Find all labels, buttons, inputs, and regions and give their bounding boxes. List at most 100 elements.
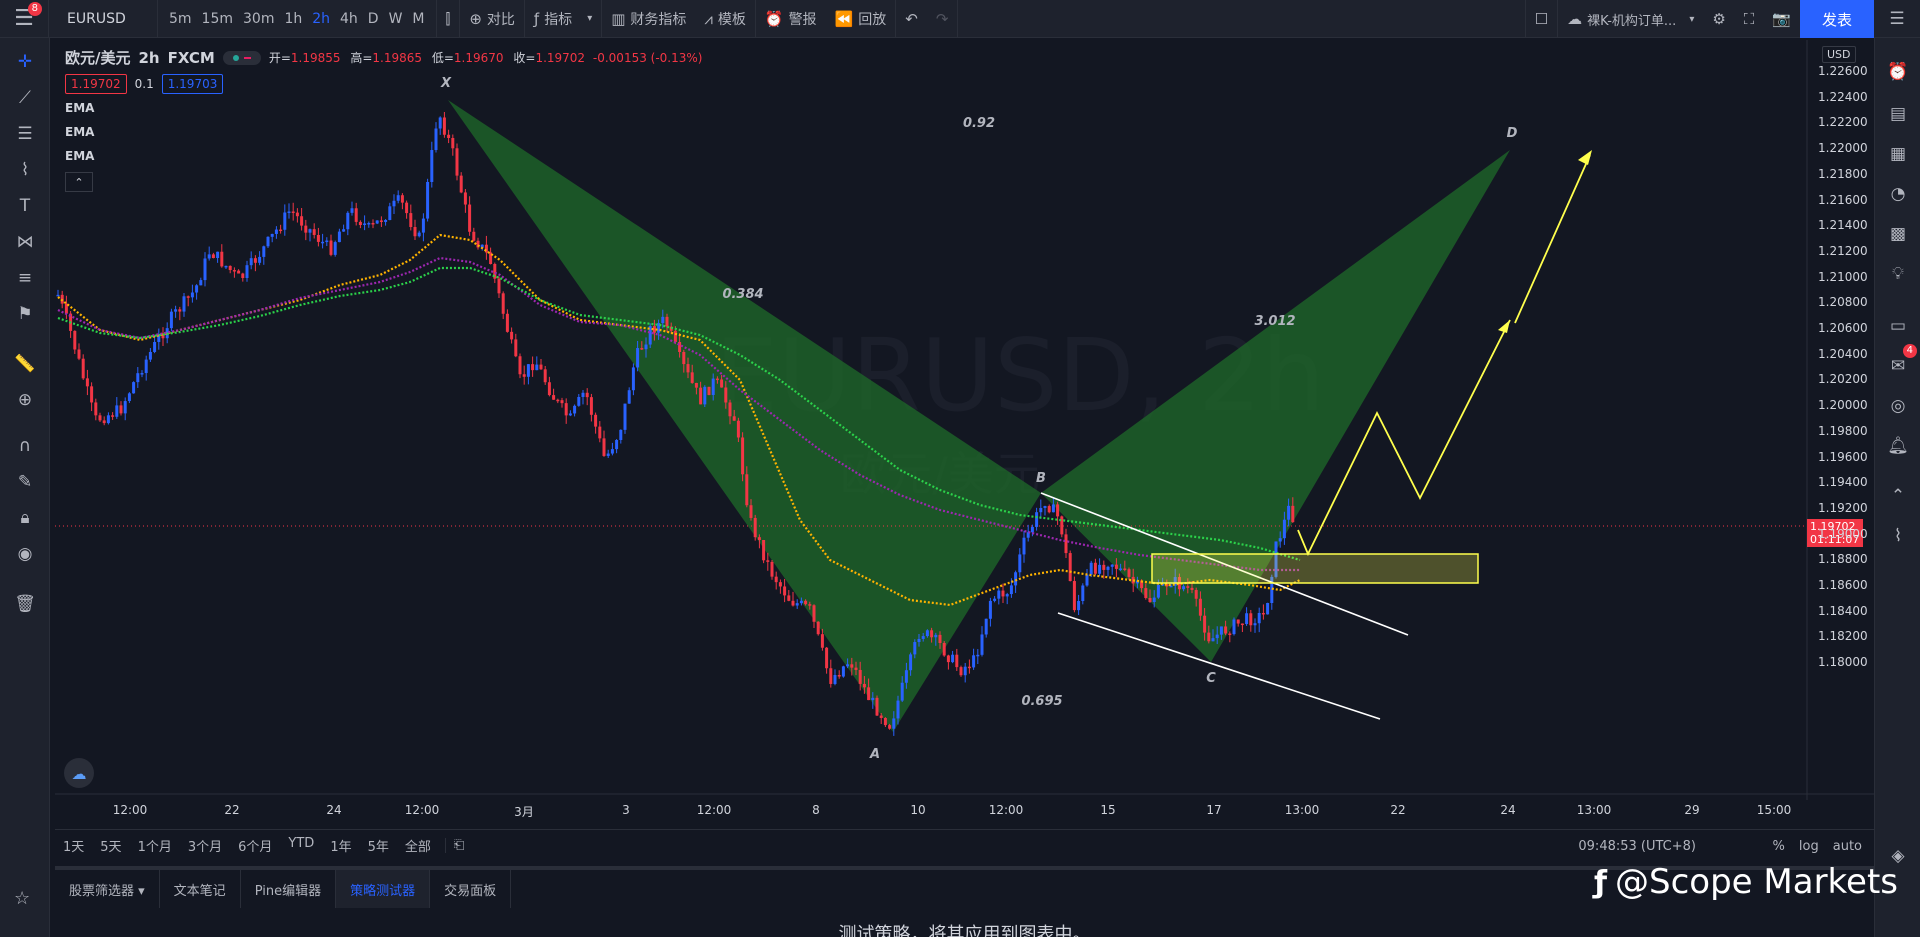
- range-button[interactable]: 5天: [92, 836, 129, 855]
- price-tick-label: 1.22400: [1818, 89, 1868, 104]
- flag-icon[interactable]: ⚑: [13, 302, 37, 326]
- candle-body: [850, 664, 854, 668]
- compare-button[interactable]: ⊕ 对比: [460, 0, 524, 38]
- ratio-ac: 0.384: [722, 287, 763, 302]
- node-pattern-icon[interactable]: ⋈: [13, 230, 37, 254]
- time-tick-label: 3: [622, 803, 630, 817]
- goto-date-icon[interactable]: ⎗: [444, 838, 472, 853]
- log-scale-toggle[interactable]: log: [1799, 839, 1819, 854]
- templates-button[interactable]: ⩘ 模板: [695, 0, 754, 38]
- range-button[interactable]: 1个月: [130, 836, 180, 855]
- timeframe-5m[interactable]: 5m: [164, 0, 197, 38]
- trendline-icon[interactable]: ⟋: [13, 86, 37, 110]
- legend-symbol[interactable]: 欧元/美元: [65, 47, 130, 68]
- publish-button[interactable]: 发表: [1800, 0, 1874, 38]
- range-button[interactable]: YTD: [280, 836, 322, 855]
- range-button[interactable]: 3个月: [180, 836, 230, 855]
- financials-button[interactable]: ▥ 财务指标: [602, 0, 695, 38]
- candle-body: [1005, 594, 1009, 597]
- text-icon[interactable]: T: [13, 194, 37, 218]
- clock[interactable]: 09:48:53 (UTC+8): [1578, 839, 1696, 854]
- percent-scale-toggle[interactable]: %: [1773, 839, 1785, 854]
- ema-indicator-1[interactable]: EMA: [65, 101, 702, 118]
- pattern-icon[interactable]: ⌇: [13, 158, 37, 182]
- replay-button[interactable]: ⏪ 回放: [826, 0, 896, 38]
- currency-label[interactable]: USD: [1822, 46, 1856, 63]
- timeframe-30m[interactable]: 30m: [238, 0, 279, 38]
- layout-name-button[interactable]: ☁ 裸K-机构订单... ▾: [1558, 0, 1703, 38]
- menu-button[interactable]: ☰ 8: [0, 0, 48, 38]
- panel-tab[interactable]: 文本笔记: [160, 870, 241, 908]
- settings-button[interactable]: ⚙: [1703, 0, 1734, 38]
- fx-icon: ƒ: [533, 9, 540, 28]
- candle-body: [510, 331, 514, 340]
- eye-icon[interactable]: ◉: [13, 542, 37, 566]
- trash-icon[interactable]: 🗑︎: [13, 592, 37, 616]
- auto-scale-toggle[interactable]: auto: [1833, 839, 1862, 854]
- alarm-clock-icon[interactable]: ⏰: [1886, 60, 1910, 84]
- chat-icon[interactable]: ▭: [1886, 314, 1910, 338]
- timeframe-15m[interactable]: 15m: [197, 0, 238, 38]
- news-icon[interactable]: ▤: [1886, 102, 1910, 126]
- fullscreen-button[interactable]: ⛶: [1735, 0, 1764, 38]
- ruler-icon[interactable]: 📏: [13, 352, 37, 376]
- collapse-legend-button[interactable]: ⌃: [65, 172, 93, 192]
- chart-type-button[interactable]: ⫿: [437, 0, 460, 38]
- calendar-icon[interactable]: ▩: [1886, 222, 1910, 246]
- timeframe-W[interactable]: W: [384, 0, 408, 38]
- ema-indicator-3[interactable]: EMA: [65, 149, 702, 166]
- timeframe-1h[interactable]: 1h: [279, 0, 307, 38]
- market-status[interactable]: [222, 50, 261, 65]
- timeframe-2h[interactable]: 2h: [307, 0, 335, 38]
- panel-tab[interactable]: 策略测试器: [336, 870, 431, 908]
- range-button[interactable]: 6个月: [230, 836, 280, 855]
- candle-body: [741, 437, 745, 475]
- price-tick-label: 1.20600: [1818, 321, 1868, 335]
- range-button[interactable]: 1年: [322, 836, 359, 855]
- timeframe-4h[interactable]: 4h: [335, 0, 363, 38]
- magnet-icon[interactable]: ∩: [13, 434, 37, 458]
- data-window-icon[interactable]: ◔: [1886, 182, 1910, 206]
- range-button[interactable]: 5年: [360, 836, 397, 855]
- crosshair-icon[interactable]: ✛: [13, 50, 37, 74]
- time-tick-label: 3月: [514, 805, 534, 819]
- alert-button[interactable]: ⏰ 警报: [756, 0, 826, 38]
- zoom-icon[interactable]: ⊕: [13, 388, 37, 412]
- candle-body: [325, 240, 329, 243]
- candle-body: [745, 474, 749, 506]
- favorite-star-icon[interactable]: ☆: [14, 888, 30, 909]
- watchlist-toggle[interactable]: ☰: [1874, 0, 1920, 38]
- hotlist-icon[interactable]: ⌇: [1886, 524, 1910, 548]
- ema-indicator-2[interactable]: EMA: [65, 125, 702, 142]
- range-button[interactable]: 1天: [55, 836, 92, 855]
- fib-icon[interactable]: ≡: [13, 266, 37, 290]
- chart-collapse-icon[interactable]: ⌃: [1886, 484, 1910, 508]
- signal-icon[interactable]: ◎: [1886, 394, 1910, 418]
- sell-price-button[interactable]: 1.19702: [65, 74, 127, 94]
- ideas-icon[interactable]: 💡︎: [1886, 262, 1910, 286]
- range-button[interactable]: 全部: [397, 836, 439, 855]
- bell-icon[interactable]: 🔔︎: [1886, 434, 1910, 458]
- indicators-button[interactable]: ƒ 指标 ▾: [525, 0, 601, 38]
- layout-select-button[interactable]: ☐: [1526, 0, 1557, 38]
- timeframe-M[interactable]: M: [407, 0, 429, 38]
- candle-body: [665, 316, 669, 327]
- panel-tab[interactable]: 交易面板: [430, 870, 512, 908]
- lock-icon[interactable]: 🔒︎: [13, 506, 37, 530]
- candle-body: [388, 206, 392, 221]
- redo-button[interactable]: ↷: [927, 0, 958, 38]
- snapshot-button[interactable]: 📷: [1763, 0, 1800, 38]
- messages-icon[interactable]: ✉: [1886, 354, 1910, 378]
- panel-tab[interactable]: 股票筛选器 ▾: [55, 870, 160, 908]
- symbol-search[interactable]: EURUSD: [49, 0, 157, 38]
- calendar-list-icon[interactable]: ▦: [1886, 142, 1910, 166]
- horizontal-lines-icon[interactable]: ☰: [13, 122, 37, 146]
- buy-price-button[interactable]: 1.19703: [161, 74, 224, 94]
- timeframe-D[interactable]: D: [363, 0, 384, 38]
- panel-tab[interactable]: Pine编辑器: [241, 870, 337, 908]
- undo-button[interactable]: ↶: [896, 0, 927, 38]
- candle-body: [610, 449, 614, 454]
- pencil-lock-icon[interactable]: ✎: [13, 470, 37, 494]
- candle-body: [1114, 564, 1118, 569]
- candle-body: [337, 231, 341, 243]
